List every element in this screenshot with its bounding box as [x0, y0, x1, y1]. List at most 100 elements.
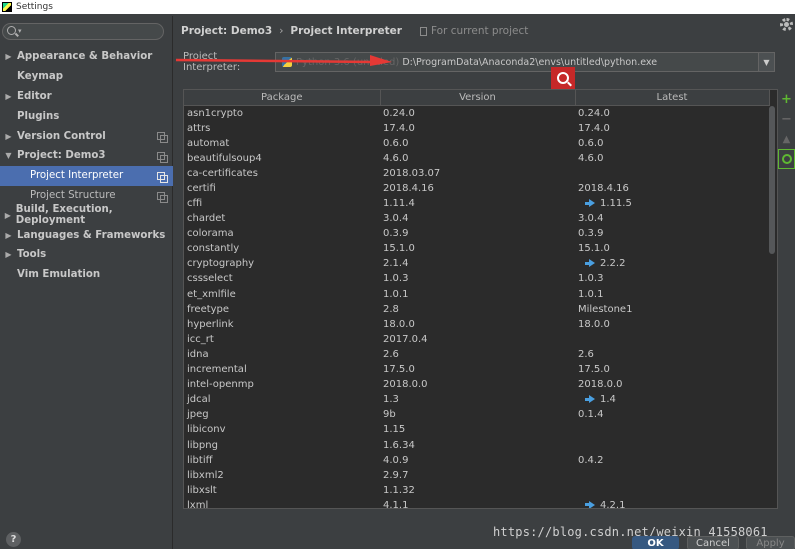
- table-row[interactable]: icc_rt 2017.0.4: [184, 332, 769, 347]
- package-cell: automat: [184, 136, 380, 151]
- help-button[interactable]: ?: [6, 532, 21, 547]
- column-header-version[interactable]: Version: [380, 90, 576, 106]
- version-cell-text: 2.6: [383, 348, 399, 360]
- latest-cell: 4.2.1: [575, 498, 769, 508]
- table-row[interactable]: libxslt 1.1.32: [184, 483, 769, 498]
- table-row[interactable]: chardet 3.0.4 3.0.4: [184, 211, 769, 226]
- table-row[interactable]: jdcal 1.3 1.4: [184, 392, 769, 407]
- latest-cell-text: 17.4.0: [578, 122, 610, 134]
- table-row[interactable]: ca-certificates 2018.03.07: [184, 166, 769, 181]
- gear-icon[interactable]: [780, 18, 793, 31]
- table-row[interactable]: lxml 4.1.1 4.2.1: [184, 498, 769, 509]
- table-scrollbar[interactable]: [769, 106, 775, 506]
- table-row[interactable]: jpeg 9b 0.1.4: [184, 407, 769, 422]
- table-row[interactable]: colorama 0.3.9 0.3.9: [184, 226, 769, 241]
- version-cell-text: 2.9.7: [383, 469, 409, 481]
- upgrade-arrow-icon: [585, 500, 595, 508]
- version-cell-text: 0.3.9: [383, 228, 409, 240]
- package-cell: libpng: [184, 437, 380, 452]
- sidebar-item-label: Editor: [17, 90, 52, 102]
- latest-cell-text: 0.6.0: [578, 137, 604, 149]
- sidebar-item-label: Project Interpreter: [30, 170, 124, 182]
- scope-note: For current project: [419, 25, 528, 37]
- table-row[interactable]: attrs 17.4.0 17.4.0: [184, 121, 769, 136]
- table-row[interactable]: freetype 2.8 Milestone1: [184, 302, 769, 317]
- table-row[interactable]: intel-openmp 2018.0.0 2018.0.0: [184, 377, 769, 392]
- latest-cell-text: 0.24.0: [578, 107, 610, 119]
- sidebar-item-tools[interactable]: ▶ Tools: [0, 245, 173, 265]
- interpreter-dropdown-button[interactable]: ▼: [758, 52, 775, 72]
- sidebar-item-vim-emulation[interactable]: Vim Emulation: [0, 265, 173, 285]
- version-cell: 18.0.0: [380, 317, 575, 332]
- version-cell: 1.1.32: [380, 483, 575, 498]
- upgrade-package-button[interactable]: ▲: [778, 129, 795, 149]
- scrollbar-thumb[interactable]: [769, 106, 775, 254]
- column-header-latest[interactable]: Latest: [575, 90, 770, 106]
- package-cell-text: attrs: [187, 122, 211, 134]
- table-row[interactable]: libxml2 2.9.7: [184, 468, 769, 483]
- sidebar-item-plugins[interactable]: Plugins: [0, 106, 173, 126]
- add-package-button[interactable]: +: [778, 89, 795, 109]
- column-header-package[interactable]: Package: [184, 90, 381, 106]
- sidebar-item-project-interpreter[interactable]: Project Interpreter: [0, 165, 173, 186]
- sidebar-item-keymap[interactable]: Keymap: [0, 67, 173, 87]
- package-cell: cryptography: [184, 256, 380, 271]
- latest-cell: 2018.0.0: [575, 377, 769, 392]
- latest-cell-text: 17.5.0: [578, 364, 610, 376]
- version-cell: 4.6.0: [380, 151, 575, 166]
- sidebar-item-appearance-behavior[interactable]: ▶ Appearance & Behavior: [0, 47, 173, 67]
- latest-cell-text: 15.1.0: [578, 243, 610, 255]
- table-row[interactable]: cffi 1.11.4 1.11.5: [184, 196, 769, 211]
- version-cell-text: 2018.03.07: [383, 167, 441, 179]
- table-row[interactable]: certifi 2018.4.16 2018.4.16: [184, 181, 769, 196]
- table-row[interactable]: asn1crypto 0.24.0 0.24.0: [184, 105, 769, 121]
- table-row[interactable]: hyperlink 18.0.0 18.0.0: [184, 317, 769, 332]
- window-title: Settings: [16, 2, 53, 12]
- table-row[interactable]: incremental 17.5.0 17.5.0: [184, 362, 769, 377]
- apply-button[interactable]: Apply: [746, 536, 795, 549]
- package-cell-text: et_xmlfile: [187, 288, 236, 300]
- title-bar: Settings: [0, 0, 795, 14]
- sidebar-item-project-demo3[interactable]: ▼ Project: Demo3: [0, 146, 173, 166]
- packages-table[interactable]: Package Version Latest asn1crypto 0.24.0 0…: [183, 89, 778, 509]
- remove-package-button[interactable]: −: [778, 109, 795, 129]
- cancel-button[interactable]: Cancel: [687, 536, 739, 549]
- sidebar-item-version-control[interactable]: ▶ Version Control: [0, 126, 173, 146]
- version-cell: 0.6.0: [380, 136, 575, 151]
- latest-cell: 17.5.0: [575, 362, 769, 377]
- sidebar-item-label: Project Structure: [30, 189, 116, 201]
- settings-tree: ▶ Appearance & Behavior Keymap ▶ Editor Plugi…: [0, 47, 173, 285]
- table-row[interactable]: libpng 1.6.34: [184, 437, 769, 452]
- table-row[interactable]: et_xmlfile 1.0.1 1.0.1: [184, 287, 769, 302]
- latest-cell-text: 2018.4.16: [578, 182, 629, 194]
- sidebar-item-languages-frameworks[interactable]: ▶ Languages & Frameworks: [0, 225, 173, 245]
- table-row[interactable]: libiconv 1.15: [184, 422, 769, 437]
- settings-search-input[interactable]: ▾: [2, 23, 164, 40]
- table-row[interactable]: automat 0.6.0 0.6.0: [184, 136, 769, 151]
- search-icon: [7, 26, 16, 35]
- table-row[interactable]: idna 2.6 2.6: [184, 347, 769, 362]
- sidebar-item-build-execution-deployment[interactable]: ▶ Build, Execution, Deployment: [0, 204, 173, 226]
- table-row[interactable]: libtiff 4.0.9 0.4.2: [184, 453, 769, 468]
- sidebar-item-project-structure[interactable]: Project Structure: [0, 186, 173, 206]
- version-cell-text: 4.1.1: [383, 499, 409, 509]
- table-row[interactable]: constantly 15.1.0 15.1.0: [184, 241, 769, 256]
- sidebar-item-editor[interactable]: ▶ Editor: [0, 87, 173, 107]
- ok-button[interactable]: OK: [632, 536, 679, 549]
- latest-cell: 0.24.0: [575, 105, 769, 121]
- breadcrumb-project: Project: Demo3: [181, 25, 273, 37]
- latest-cell-text: 1.11.5: [600, 198, 632, 210]
- refresh-button[interactable]: [778, 149, 795, 169]
- table-row[interactable]: beautifulsoup4 4.6.0 4.6.0: [184, 151, 769, 166]
- package-cell: constantly: [184, 241, 380, 256]
- upgrade-arrow-icon: [585, 395, 595, 404]
- latest-cell: 4.6.0: [575, 151, 769, 166]
- latest-cell: 1.0.3: [575, 271, 769, 286]
- table-row[interactable]: cssselect 1.0.3 1.0.3: [184, 271, 769, 286]
- version-cell-text: 1.11.4: [383, 198, 415, 210]
- table-row[interactable]: cryptography 2.1.4 2.2.2: [184, 256, 769, 271]
- latest-cell-text: 0.1.4: [578, 409, 604, 421]
- version-cell: 1.3: [380, 392, 575, 407]
- version-cell: 0.24.0: [380, 105, 575, 121]
- latest-cell-text: 4.6.0: [578, 152, 604, 164]
